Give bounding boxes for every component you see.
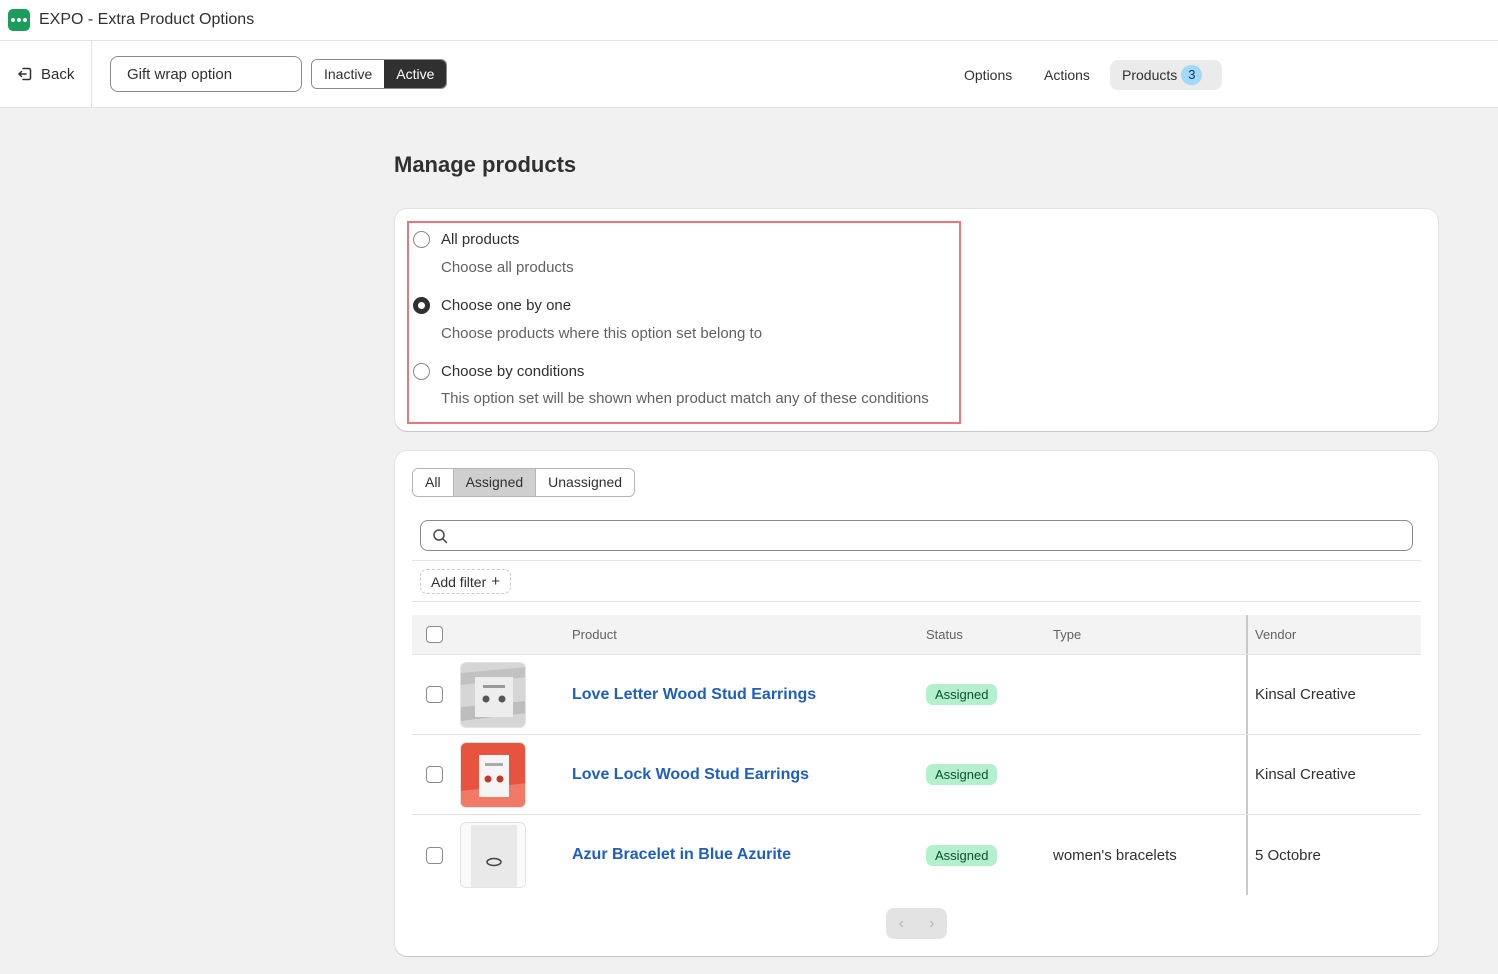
column-header-vendor[interactable]: Vendor <box>1255 615 1296 654</box>
type-cell: women's bracelets <box>1053 815 1177 895</box>
column-header-status[interactable]: Status <box>926 615 963 654</box>
status-toggle: Inactive Active <box>311 59 448 89</box>
products-count-badge: 3 <box>1181 65 1203 85</box>
search-bar <box>420 520 1413 551</box>
radio-label: Choose by conditions <box>441 363 585 380</box>
status-cell: Assigned <box>926 735 998 814</box>
radio-button[interactable] <box>413 363 430 380</box>
column-divider <box>1246 815 1248 895</box>
radio-choose-by-conditions[interactable]: Choose by conditions <box>413 363 584 380</box>
column-header-product[interactable]: Product <box>572 615 617 654</box>
status-badge: Assigned <box>926 764 998 785</box>
column-divider <box>1246 735 1248 814</box>
product-cell: Azur Bracelet in Blue Azurite <box>572 815 791 895</box>
thumbnail-cell <box>460 815 526 895</box>
earrings-red-card-image <box>461 742 525 807</box>
table-row[interactable]: Azur Bracelet in Blue Azurite Assigned w… <box>412 815 1421 895</box>
vendor-cell: 5 Octobre <box>1255 815 1321 895</box>
app-bar: EXPO - Extra Product Options <box>0 0 1498 41</box>
select-all-checkbox[interactable] <box>426 626 443 643</box>
product-link[interactable]: Love Letter Wood Stud Earrings <box>572 686 816 704</box>
row-checkbox[interactable] <box>426 846 443 864</box>
products-card: All Assigned Unassigned Add filter + Pro… <box>395 451 1438 956</box>
thumbnail-cell <box>460 735 526 814</box>
vendor-cell: Kinsal Creative <box>1255 655 1356 734</box>
selection-card: All products Choose all products Choose … <box>395 209 1438 431</box>
table-row[interactable]: Love Letter Wood Stud Earrings Assigned … <box>412 655 1421 735</box>
status-active-button[interactable]: Active <box>384 60 447 88</box>
search-input[interactable] <box>456 527 1412 544</box>
pagination: ‹ › <box>886 908 947 939</box>
radio-button[interactable] <box>413 231 430 248</box>
status-cell: Assigned <box>926 655 998 734</box>
add-filter-label: Add filter <box>431 573 487 590</box>
product-cell: Love Lock Wood Stud Earrings <box>572 735 809 814</box>
app-title: EXPO - Extra Product Options <box>39 11 255 28</box>
bracelet-image <box>461 823 525 887</box>
radio-help-text: Choose products where this option set be… <box>441 325 763 342</box>
chevron-right-icon[interactable]: › <box>929 915 934 933</box>
status-badge: Assigned <box>926 684 998 705</box>
product-link[interactable]: Love Lock Wood Stud Earrings <box>572 766 809 784</box>
row-checkbox-cell <box>426 655 443 734</box>
row-checkbox[interactable] <box>426 766 443 783</box>
radio-label: All products <box>441 231 520 248</box>
option-name-input[interactable] <box>110 56 302 92</box>
product-link[interactable]: Azur Bracelet in Blue Azurite <box>572 846 791 864</box>
product-thumbnail[interactable] <box>460 822 526 888</box>
table-header: Product Status Type Vendor <box>412 615 1421 655</box>
row-checkbox-cell <box>426 815 443 895</box>
page-title: Manage products <box>394 152 577 177</box>
thumbnail-cell <box>460 655 526 734</box>
status-badge: Assigned <box>926 844 998 866</box>
table-row[interactable]: Love Lock Wood Stud Earrings Assigned Ki… <box>412 735 1421 815</box>
app-logo-icon <box>8 9 30 31</box>
chevron-left-icon[interactable]: ‹ <box>899 915 904 933</box>
product-vendor: Kinsal Creative <box>1255 686 1356 703</box>
row-checkbox[interactable] <box>426 686 443 703</box>
tab-options[interactable]: Options <box>952 60 1024 90</box>
exit-arrow-icon <box>18 67 32 81</box>
product-cell: Love Letter Wood Stud Earrings <box>572 655 816 734</box>
tab-all[interactable]: All <box>413 469 454 496</box>
divider <box>412 560 1421 561</box>
earrings-white-card-image <box>461 662 525 727</box>
tab-products[interactable]: Products 3 <box>1110 60 1222 90</box>
product-type: women's bracelets <box>1053 846 1177 864</box>
products-table: Product Status Type Vendor Love Letter W… <box>412 615 1421 895</box>
tab-actions[interactable]: Actions <box>1032 60 1102 90</box>
header-toolbar: Back Inactive Active Options Actions Pro… <box>0 41 1498 108</box>
radio-help-text: This option set will be shown when produ… <box>441 390 929 407</box>
add-filter-button[interactable]: Add filter + <box>420 569 512 594</box>
tab-unassigned[interactable]: Unassigned <box>536 469 635 496</box>
divider <box>412 601 1421 602</box>
status-cell: Assigned <box>926 815 998 895</box>
product-vendor: 5 Octobre <box>1255 846 1321 864</box>
product-vendor: Kinsal Creative <box>1255 766 1356 783</box>
column-divider <box>1246 615 1248 654</box>
status-inactive-button[interactable]: Inactive <box>312 60 385 88</box>
radio-all-products[interactable]: All products <box>413 231 519 248</box>
back-button[interactable]: Back <box>0 41 92 107</box>
product-thumbnail[interactable] <box>460 661 526 728</box>
product-thumbnail[interactable] <box>460 741 526 808</box>
radio-choose-one-by-one[interactable]: Choose one by one <box>413 297 571 314</box>
plus-icon: + <box>491 573 501 590</box>
filter-tabs: All Assigned Unassigned <box>412 468 636 497</box>
search-icon <box>433 528 448 543</box>
column-divider <box>1246 655 1248 734</box>
radio-help-text: Choose all products <box>441 259 574 276</box>
radio-label: Choose one by one <box>441 297 572 314</box>
tab-assigned[interactable]: Assigned <box>453 469 537 496</box>
tab-products-label: Products <box>1122 67 1178 83</box>
vendor-cell: Kinsal Creative <box>1255 735 1356 814</box>
row-checkbox-cell <box>426 735 443 814</box>
back-label: Back <box>41 65 75 83</box>
header-checkbox-cell <box>426 615 443 654</box>
column-header-type[interactable]: Type <box>1053 615 1081 654</box>
radio-button-checked[interactable] <box>413 297 430 314</box>
